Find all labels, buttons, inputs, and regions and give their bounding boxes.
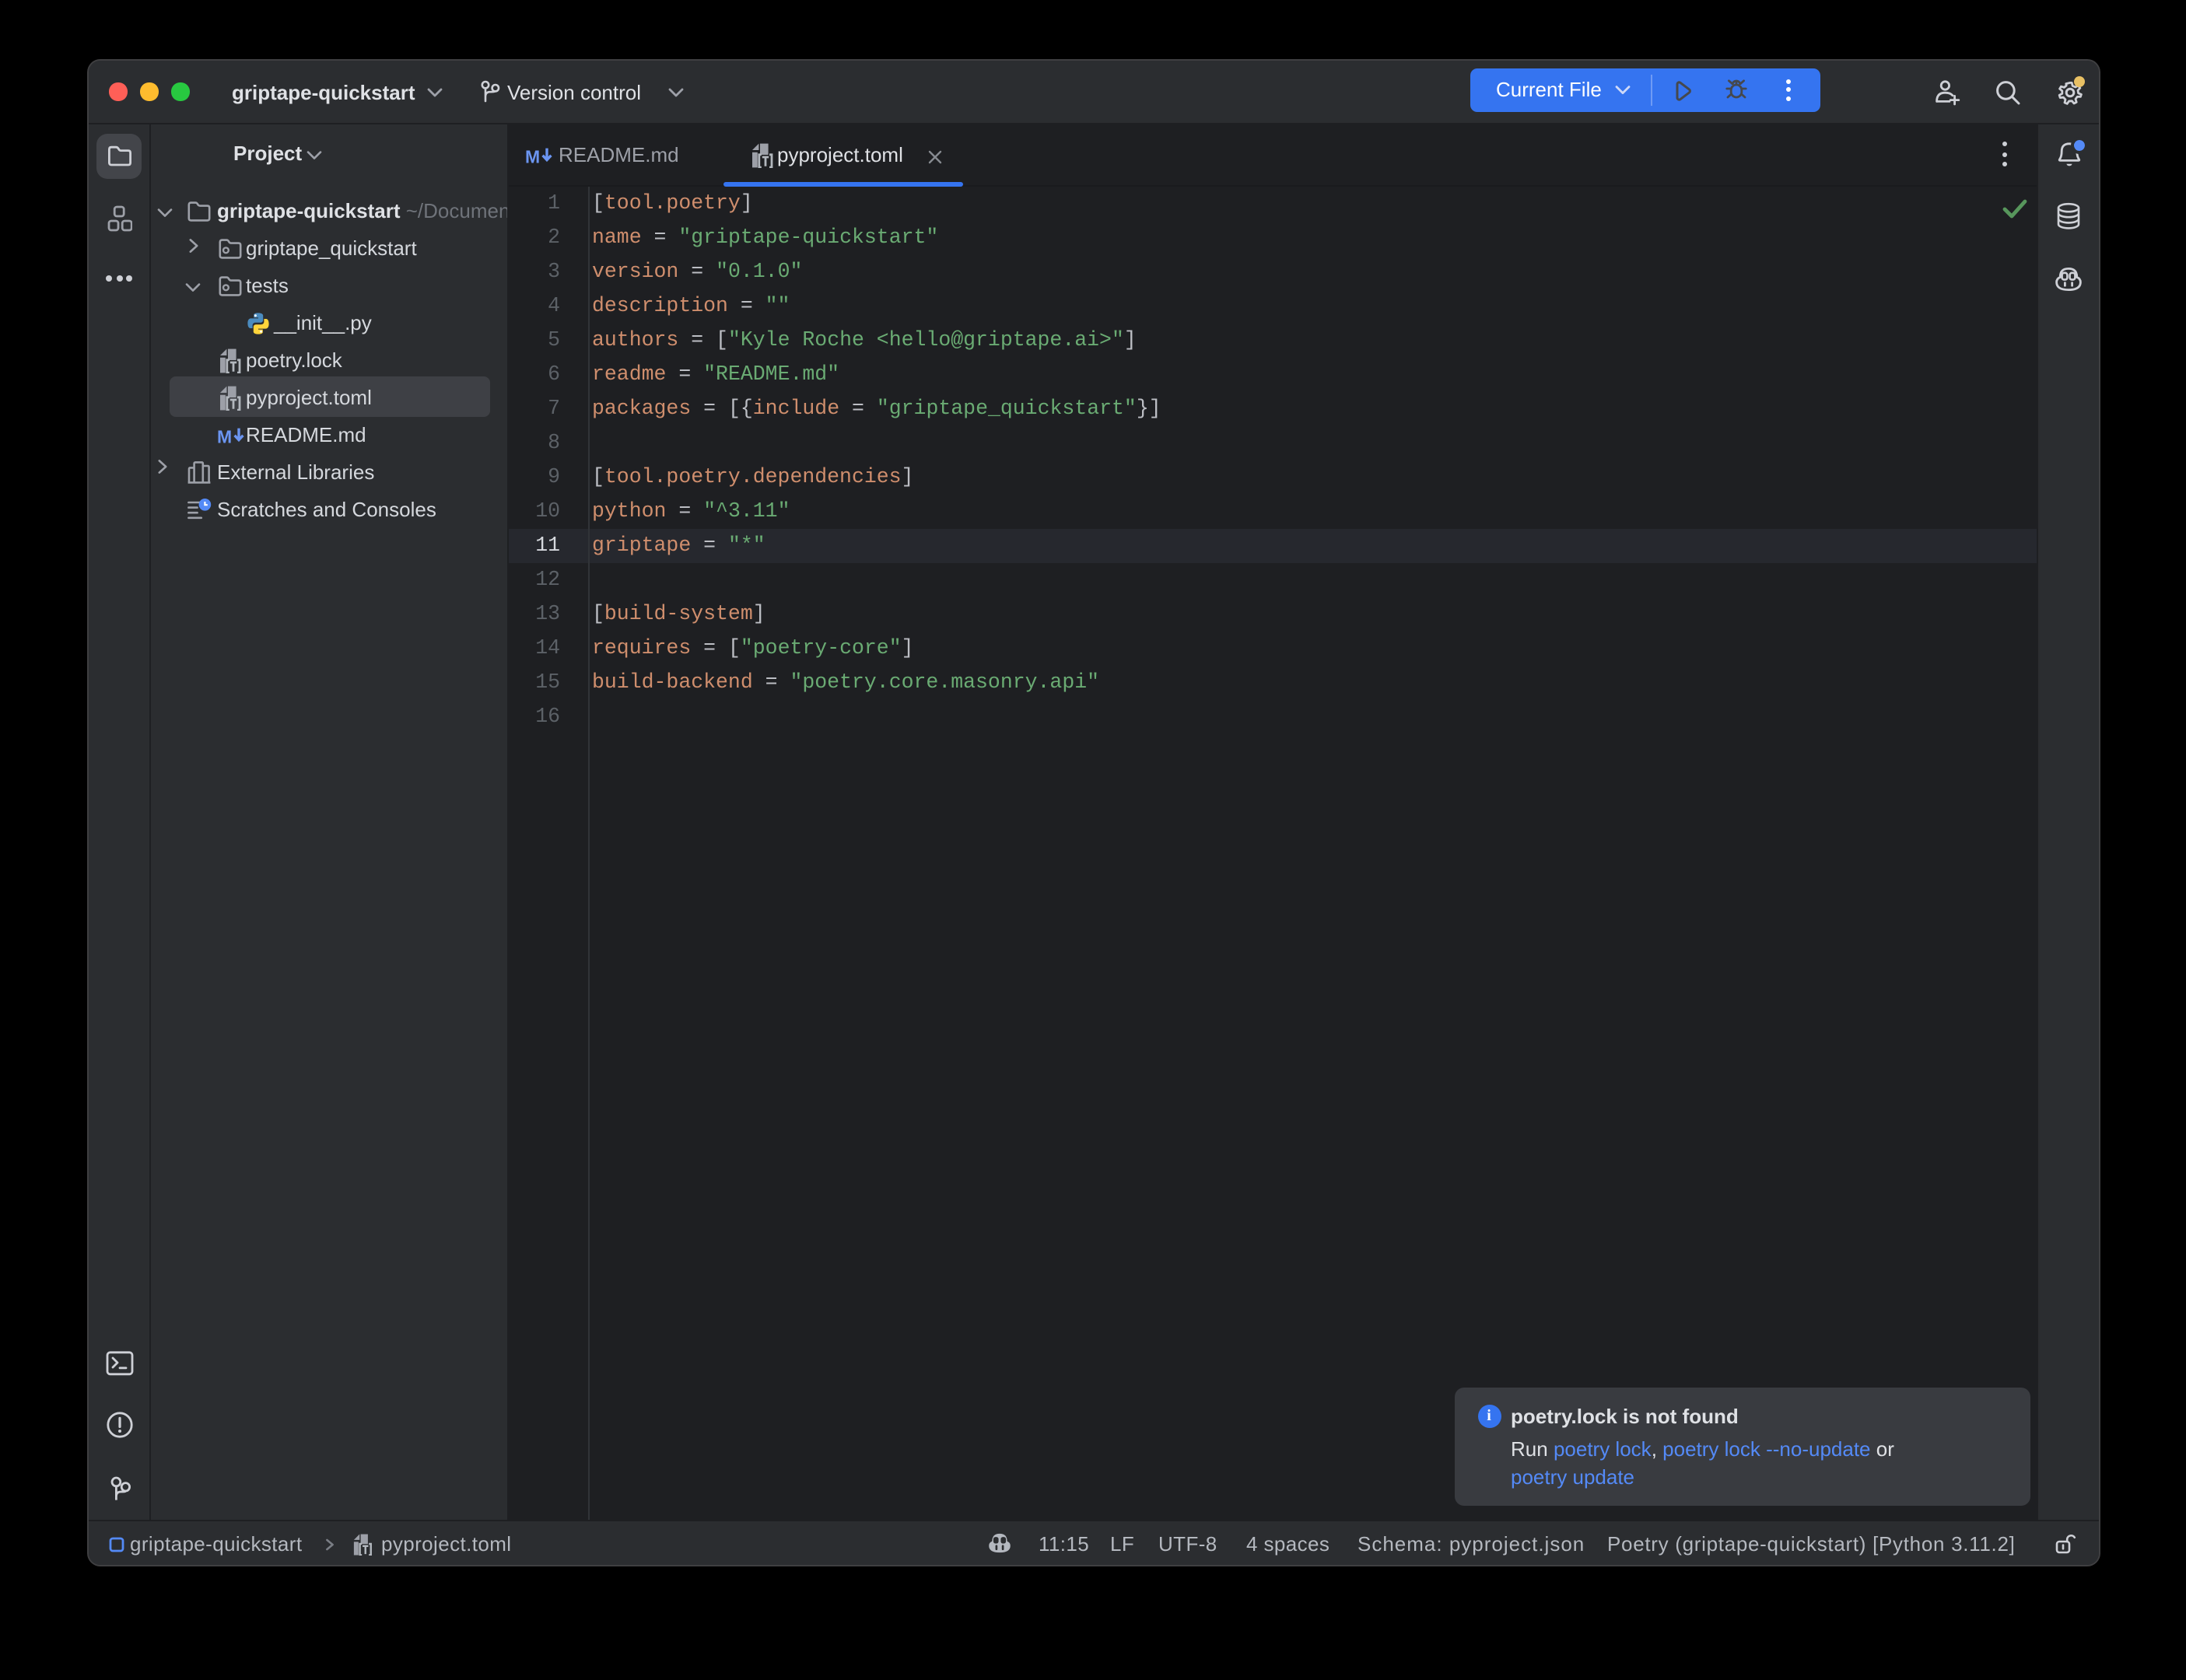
svg-text:M: M [218,426,232,446]
svg-text:M: M [526,146,540,166]
